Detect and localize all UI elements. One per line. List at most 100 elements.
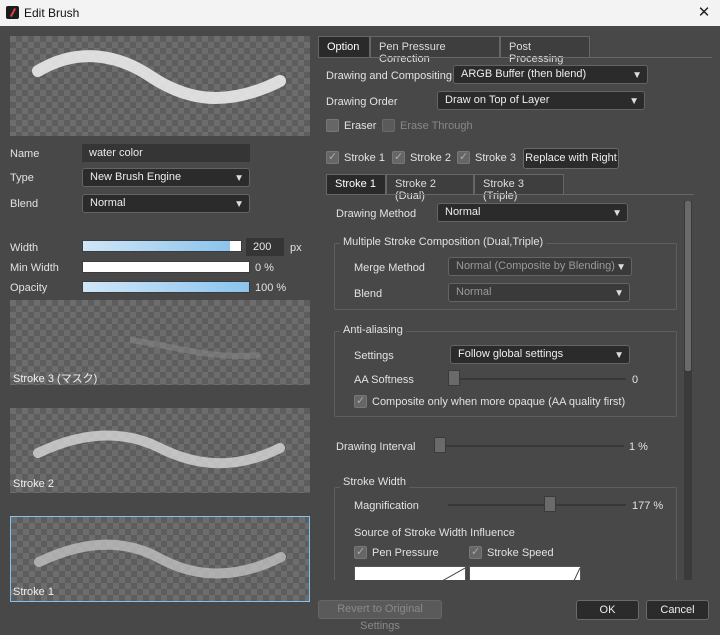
width-input[interactable]: 200: [246, 238, 284, 256]
stroke-settings-panel: Drawing Method Normal ▼ Multiple Stroke C…: [326, 195, 694, 580]
magnification-label: Magnification: [354, 500, 419, 512]
chevron-down-icon: ▼: [616, 262, 626, 273]
stroke-3-preview[interactable]: Stroke 3 (マスク): [10, 300, 310, 385]
pen-pressure-curve-line: [442, 567, 466, 580]
compositing-dropdown[interactable]: ARGB Buffer (then blend) ▼: [453, 65, 648, 84]
chevron-down-icon: ▼: [614, 350, 624, 361]
type-dropdown[interactable]: New Brush Engine ▼: [82, 168, 250, 187]
chevron-down-icon: ▼: [234, 199, 244, 210]
stroke-1-checkbox[interactable]: [326, 150, 339, 164]
min-width-value: 0 %: [255, 262, 274, 274]
composite-opaque-label: Composite only when more opaque (AA qual…: [372, 396, 626, 408]
drawing-interval-label: Drawing Interval: [336, 441, 416, 453]
merge-blend-dropdown[interactable]: Normal ▼: [448, 283, 630, 302]
chevron-down-icon: ▼: [632, 70, 642, 81]
brush-preview: [10, 36, 310, 136]
type-value: New Brush Engine: [90, 171, 182, 183]
tab-stroke-1[interactable]: Stroke 1: [326, 174, 386, 194]
blend-label: Blend: [10, 198, 39, 210]
ok-button[interactable]: OK: [576, 600, 639, 620]
type-label: Type: [10, 172, 34, 184]
opacity-slider[interactable]: [82, 281, 250, 293]
erase-through-label: Erase Through: [400, 120, 473, 132]
aa-settings-dropdown[interactable]: Follow global settings ▼: [450, 345, 630, 364]
compositing-label: Drawing and Compositing: [326, 70, 452, 82]
drawing-method-label: Drawing Method: [336, 208, 417, 220]
replace-with-right-button[interactable]: Replace with Right: [523, 148, 619, 169]
source-influence-label: Source of Stroke Width Influence: [354, 527, 515, 539]
merge-blend-value: Normal: [456, 286, 492, 298]
tab-divider: [318, 57, 712, 58]
min-width-slider[interactable]: [82, 261, 250, 273]
scrollbar[interactable]: [684, 201, 692, 580]
aa-settings-label: Settings: [354, 350, 394, 362]
stroke-2-label: Stroke 2: [13, 478, 54, 490]
opacity-value: 100 %: [255, 282, 287, 294]
blend-value: Normal: [90, 197, 126, 209]
composite-opaque-checkbox[interactable]: [354, 394, 367, 408]
merge-method-dropdown[interactable]: Normal (Composite by Blending) ▼: [448, 257, 632, 276]
chevron-down-icon: ▼: [612, 208, 622, 219]
name-label: Name: [10, 148, 40, 160]
tab-option[interactable]: Option: [318, 36, 370, 58]
stroke-3-checkbox[interactable]: [457, 150, 470, 164]
chevron-down-icon: ▼: [234, 173, 244, 184]
title-bar: Edit Brush ✕: [0, 0, 720, 26]
eraser-label: Eraser: [344, 120, 377, 132]
revert-button[interactable]: Revert to Original Settings: [318, 600, 442, 632]
chevron-down-icon: ▼: [629, 96, 639, 107]
drawing-method-value: Normal: [445, 206, 481, 218]
multiple-stroke-title: Multiple Stroke Composition (Dual,Triple…: [340, 236, 547, 248]
stroke-speed-curve-line: [573, 567, 581, 580]
scrollbar-thumb[interactable]: [685, 201, 691, 371]
drawing-method-dropdown[interactable]: Normal ▼: [437, 203, 628, 222]
merge-method-value: Normal (Composite by Blending): [456, 260, 615, 272]
magnification-value: 177 %: [632, 500, 664, 512]
stroke-2-checkbox[interactable]: [392, 150, 405, 164]
stroke-1-preview[interactable]: Stroke 1: [10, 516, 310, 602]
chevron-down-icon: ▼: [614, 288, 624, 299]
compositing-value: ARGB Buffer (then blend): [461, 68, 587, 80]
opacity-fill: [83, 282, 249, 292]
stroke-speed-curve[interactable]: [469, 566, 581, 580]
width-unit: px: [290, 242, 302, 254]
erase-through-checkbox[interactable]: [382, 119, 395, 132]
merge-method-label: Merge Method: [354, 262, 425, 274]
width-slider[interactable]: [82, 240, 242, 252]
magnification-thumb[interactable]: [544, 496, 556, 512]
window-title: Edit Brush: [24, 6, 80, 20]
tab-stroke-3-triple[interactable]: Stroke 3 (Triple): [474, 174, 564, 202]
min-width-label: Min Width: [10, 262, 59, 274]
opacity-label: Opacity: [10, 282, 48, 294]
stroke-3-label: Stroke 3 (マスク): [13, 373, 98, 385]
aa-softness-slider[interactable]: [448, 378, 626, 380]
pen-pressure-curve[interactable]: [354, 566, 466, 580]
stroke-2-preview[interactable]: Stroke 2: [10, 408, 310, 493]
blend-dropdown[interactable]: Normal ▼: [82, 194, 250, 213]
drawing-order-label: Drawing Order: [326, 96, 398, 108]
brush-stroke-preview: [32, 50, 286, 104]
stroke-1-label: Stroke 1: [13, 586, 54, 598]
drawing-order-value: Draw on Top of Layer: [445, 94, 550, 106]
close-icon[interactable]: ✕: [694, 3, 714, 21]
tab-post-processing[interactable]: Post Processing: [500, 36, 590, 65]
aa-softness-thumb[interactable]: [448, 370, 460, 386]
width-fill: [83, 241, 230, 251]
drawing-interval-thumb[interactable]: [434, 437, 446, 453]
name-field[interactable]: water color: [82, 144, 250, 162]
cancel-button[interactable]: Cancel: [646, 600, 709, 620]
drawing-interval-slider[interactable]: [434, 445, 624, 447]
tab-stroke-2-dual[interactable]: Stroke 2 (Dual): [386, 174, 474, 202]
anti-aliasing-title: Anti-aliasing: [340, 324, 406, 336]
tab-pen-pressure-correction[interactable]: Pen Pressure Correction: [370, 36, 500, 65]
stroke-1-shape: [34, 539, 286, 579]
stroke-speed-label: Stroke Speed: [487, 547, 554, 559]
pen-pressure-label: Pen Pressure: [372, 547, 439, 559]
drawing-order-dropdown[interactable]: Draw on Top of Layer ▼: [437, 91, 645, 110]
magnification-slider[interactable]: [448, 504, 626, 506]
merge-blend-label: Blend: [354, 288, 383, 300]
pen-pressure-checkbox[interactable]: [354, 545, 367, 559]
stroke-speed-checkbox[interactable]: [469, 545, 482, 559]
eraser-checkbox[interactable]: [326, 119, 339, 132]
stroke-2-shape: [33, 430, 285, 469]
